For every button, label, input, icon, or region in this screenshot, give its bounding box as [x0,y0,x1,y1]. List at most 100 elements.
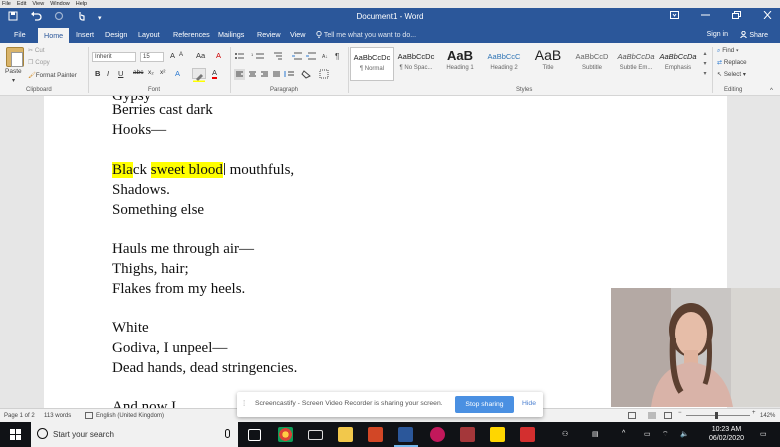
style-subtitle[interactable]: AaBbCcD Subtitle [570,47,614,81]
style-subtle-emphasis[interactable]: AaBbCcDa Subtle Em... [614,47,658,81]
bullets-icon[interactable] [235,53,244,59]
tab-view[interactable]: View [290,30,305,39]
style-emphasis[interactable]: AaBbCcDa Emphasis [656,47,700,81]
underline-button[interactable]: U [118,69,123,78]
start-button[interactable] [0,422,30,447]
more-styles-icon[interactable]: ▾ [703,71,706,77]
increase-indent-icon[interactable] [306,52,316,60]
stop-sharing-button[interactable]: Stop sharing [455,396,514,413]
clear-formatting-button[interactable]: A [216,51,221,60]
task-view-icon[interactable] [248,429,261,441]
battery-icon[interactable]: ▭ [644,430,651,438]
language-indicator[interactable]: English (United Kingdom) [96,413,164,419]
tell-me-box[interactable]: Tell me what you want to do... [316,30,416,39]
superscript-button[interactable]: x² [160,69,165,76]
zoom-level[interactable]: 142% [760,413,775,419]
cut-button[interactable]: ✂ Cut [28,47,45,54]
collapse-ribbon-icon[interactable]: ^ [770,87,773,94]
close-icon[interactable] [763,10,772,22]
tab-review[interactable]: Review [257,30,281,39]
tab-home[interactable]: Home [38,28,70,43]
align-center-icon[interactable] [249,71,256,77]
tab-insert[interactable]: Insert [76,30,94,39]
people-icon[interactable]: ⚇ [562,430,568,438]
align-left-icon[interactable] [234,69,245,80]
acrobat-icon[interactable] [520,427,535,442]
replace-button[interactable]: ⇄ Replace [717,59,747,66]
multilevel-list-icon[interactable] [274,52,282,60]
sign-in-link[interactable]: Sign in [707,31,728,38]
hide-button[interactable]: Hide [522,400,536,407]
line-spacing-icon[interactable] [284,71,294,77]
app-icon-circle[interactable] [430,427,445,442]
format-painter-button[interactable]: 🖌Format Painter [28,71,77,79]
change-case-button[interactable]: Aa [196,51,205,60]
powerpoint-icon[interactable] [368,427,383,442]
paste-icon[interactable] [6,47,24,67]
network-icon[interactable]: ⌔ [662,430,669,439]
scroll-up-icon[interactable]: ▴ [703,51,706,57]
word-icon[interactable] [398,427,413,442]
font-size-select[interactable]: 15 [140,52,164,62]
drag-handle-icon[interactable]: ⁞ [243,399,245,408]
sort-icon[interactable]: A↓ [322,54,328,60]
justify-icon[interactable] [273,71,280,77]
grow-font-button[interactable]: A [170,51,175,60]
menu-file[interactable]: File [2,0,11,8]
tab-design[interactable]: Design [105,30,127,39]
web-layout-icon[interactable] [664,412,672,421]
ribbon-display-icon[interactable] [670,11,679,22]
notifications-icon[interactable]: ▭ [760,430,767,438]
taskbar-search-box[interactable]: Start your search [31,422,238,447]
strikethrough-button[interactable]: abc [133,69,143,76]
pilcrow-icon[interactable]: ¶ [335,52,339,61]
borders-icon[interactable] [319,69,329,79]
menu-help[interactable]: Help [76,0,87,8]
restore-icon[interactable] [732,11,741,22]
zoom-in-button[interactable]: + [752,410,756,416]
tab-layout[interactable]: Layout [138,30,160,39]
font-name-select[interactable]: Inherit [92,52,136,62]
style-title[interactable]: AaB Title [526,47,570,81]
zoom-slider[interactable] [686,415,750,416]
menu-edit[interactable]: Edit [17,0,26,8]
bold-button[interactable]: B [95,69,100,78]
zoom-slider-thumb[interactable] [715,412,718,419]
zoom-out-button[interactable]: − [678,410,682,416]
text-effects-icon[interactable]: A [175,69,180,78]
volume-icon[interactable]: 🔈 [680,430,689,438]
select-button[interactable]: ↖ Select ▾ [717,71,746,78]
highlight-color-button[interactable] [192,68,206,82]
tab-file[interactable]: File [14,30,26,39]
font-color-button[interactable]: A [212,68,218,79]
mail-icon[interactable] [308,430,323,440]
proofing-icon[interactable] [85,412,93,421]
style-no-spacing[interactable]: AaBbCcDc ¶ No Spac... [394,47,438,81]
shrink-font-button[interactable]: A [179,52,183,58]
tab-references[interactable]: References [173,30,210,39]
word-count[interactable]: 113 words [44,413,71,419]
italic-button[interactable]: I [107,69,109,78]
style-heading-2[interactable]: AaBbCcC Heading 2 [482,47,526,81]
tab-mailings[interactable]: Mailings [218,30,244,39]
menu-view[interactable]: View [32,0,44,8]
shading-icon[interactable] [301,70,311,79]
find-button[interactable]: ⌕ Find ▾ [717,47,739,55]
sticky-notes-icon[interactable] [490,427,505,442]
copy-button[interactable]: ❐ Copy [28,59,50,66]
touch-keyboard-icon[interactable]: ▤ [592,430,599,438]
scroll-down-icon[interactable]: ▾ [703,61,706,67]
style-normal[interactable]: AaBbCcDc ¶ Normal [350,47,394,81]
app-icon-red[interactable] [460,427,475,442]
page-count[interactable]: Page 1 of 2 [4,413,35,419]
decrease-indent-icon[interactable] [292,52,302,60]
clock[interactable]: 10:23 AM 06/02/2020 [709,425,744,443]
align-right-icon[interactable] [261,71,268,77]
tray-overflow-icon[interactable]: ^ [622,430,625,437]
numbering-icon[interactable]: 1 [251,52,264,59]
minimize-icon[interactable] [701,11,710,22]
style-heading-1[interactable]: AaB Heading 1 [438,47,482,81]
paste-button[interactable]: Paste [5,68,22,75]
paste-dropdown-icon[interactable]: ▾ [12,77,15,84]
share-button[interactable]: Share [740,30,768,39]
